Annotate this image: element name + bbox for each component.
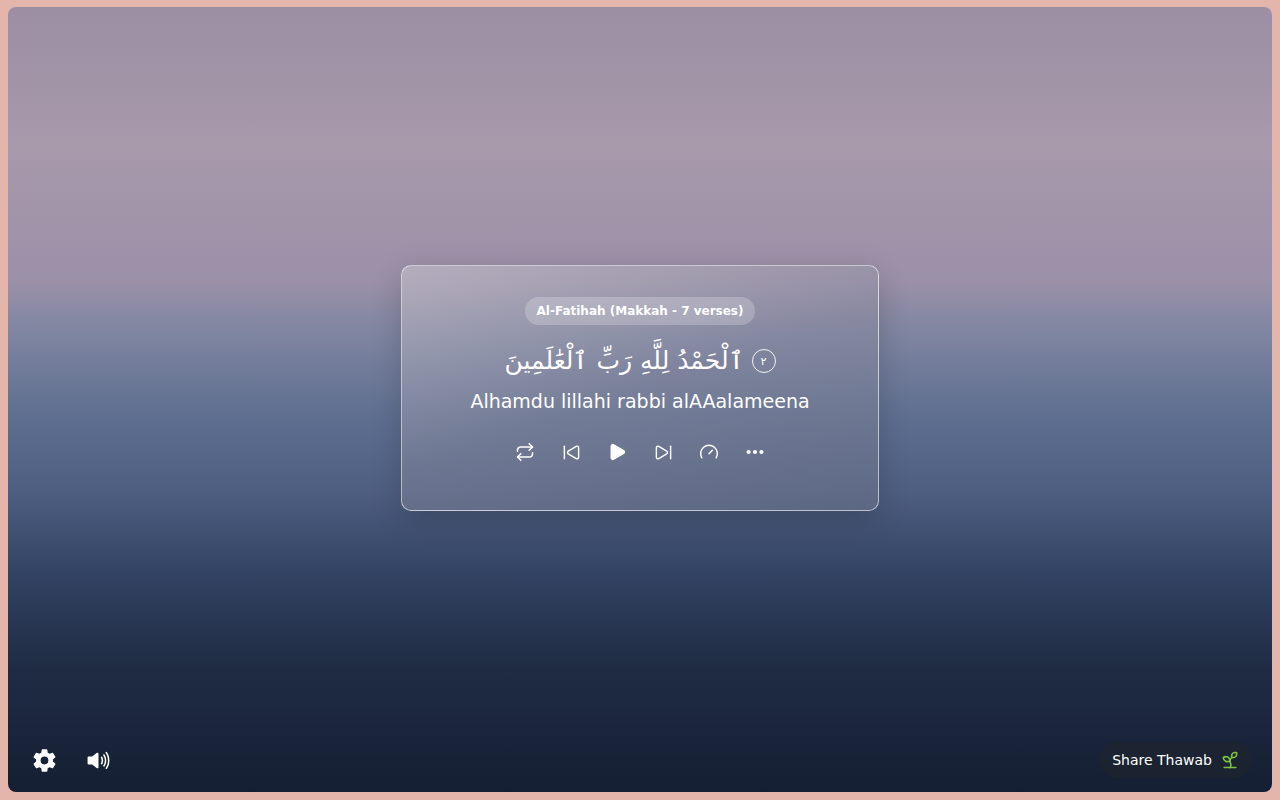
speed-button[interactable] [698, 441, 720, 463]
app-frame: Al-Fatihah (Makkah - 7 verses) ٱلْحَمْدُ … [0, 0, 1280, 800]
share-thawab-button[interactable]: Share Thawab [1100, 742, 1252, 778]
skip-forward-icon [654, 443, 673, 462]
play-icon [607, 442, 627, 462]
more-button[interactable] [744, 441, 766, 463]
previous-button[interactable] [560, 441, 582, 463]
bottom-tools [30, 746, 112, 774]
repeat-button[interactable] [514, 441, 536, 463]
settings-button[interactable] [30, 746, 58, 774]
gauge-icon [699, 442, 719, 462]
bottom-bar: Share Thawab [8, 736, 1272, 792]
next-button[interactable] [652, 441, 674, 463]
verse-number: ٢ [752, 349, 776, 373]
surah-badge: Al-Fatihah (Makkah - 7 verses) [525, 297, 756, 325]
transliteration: Alhamdu lillahi rabbi alAAalameena [470, 387, 809, 415]
volume-button[interactable] [84, 746, 112, 774]
speaker-icon [86, 748, 111, 773]
player-controls [514, 441, 766, 463]
repeat-icon [515, 442, 535, 462]
skip-back-icon [562, 443, 581, 462]
sprout-icon [1220, 750, 1240, 770]
background-scene: Al-Fatihah (Makkah - 7 verses) ٱلْحَمْدُ … [8, 7, 1272, 792]
main-area: Al-Fatihah (Makkah - 7 verses) ٱلْحَمْدُ … [8, 7, 1272, 736]
player-card: Al-Fatihah (Makkah - 7 verses) ٱلْحَمْدُ … [401, 265, 879, 511]
arabic-text: ٱلْحَمْدُ لِلَّهِ رَبِّ ٱلْعَٰلَمِينَ [504, 341, 743, 381]
ellipsis-icon [744, 441, 766, 463]
gear-icon [32, 748, 57, 773]
arabic-verse: ٱلْحَمْدُ لِلَّهِ رَبِّ ٱلْعَٰلَمِينَ ٢ [504, 341, 775, 381]
play-button[interactable] [606, 441, 628, 463]
share-label: Share Thawab [1112, 752, 1212, 768]
